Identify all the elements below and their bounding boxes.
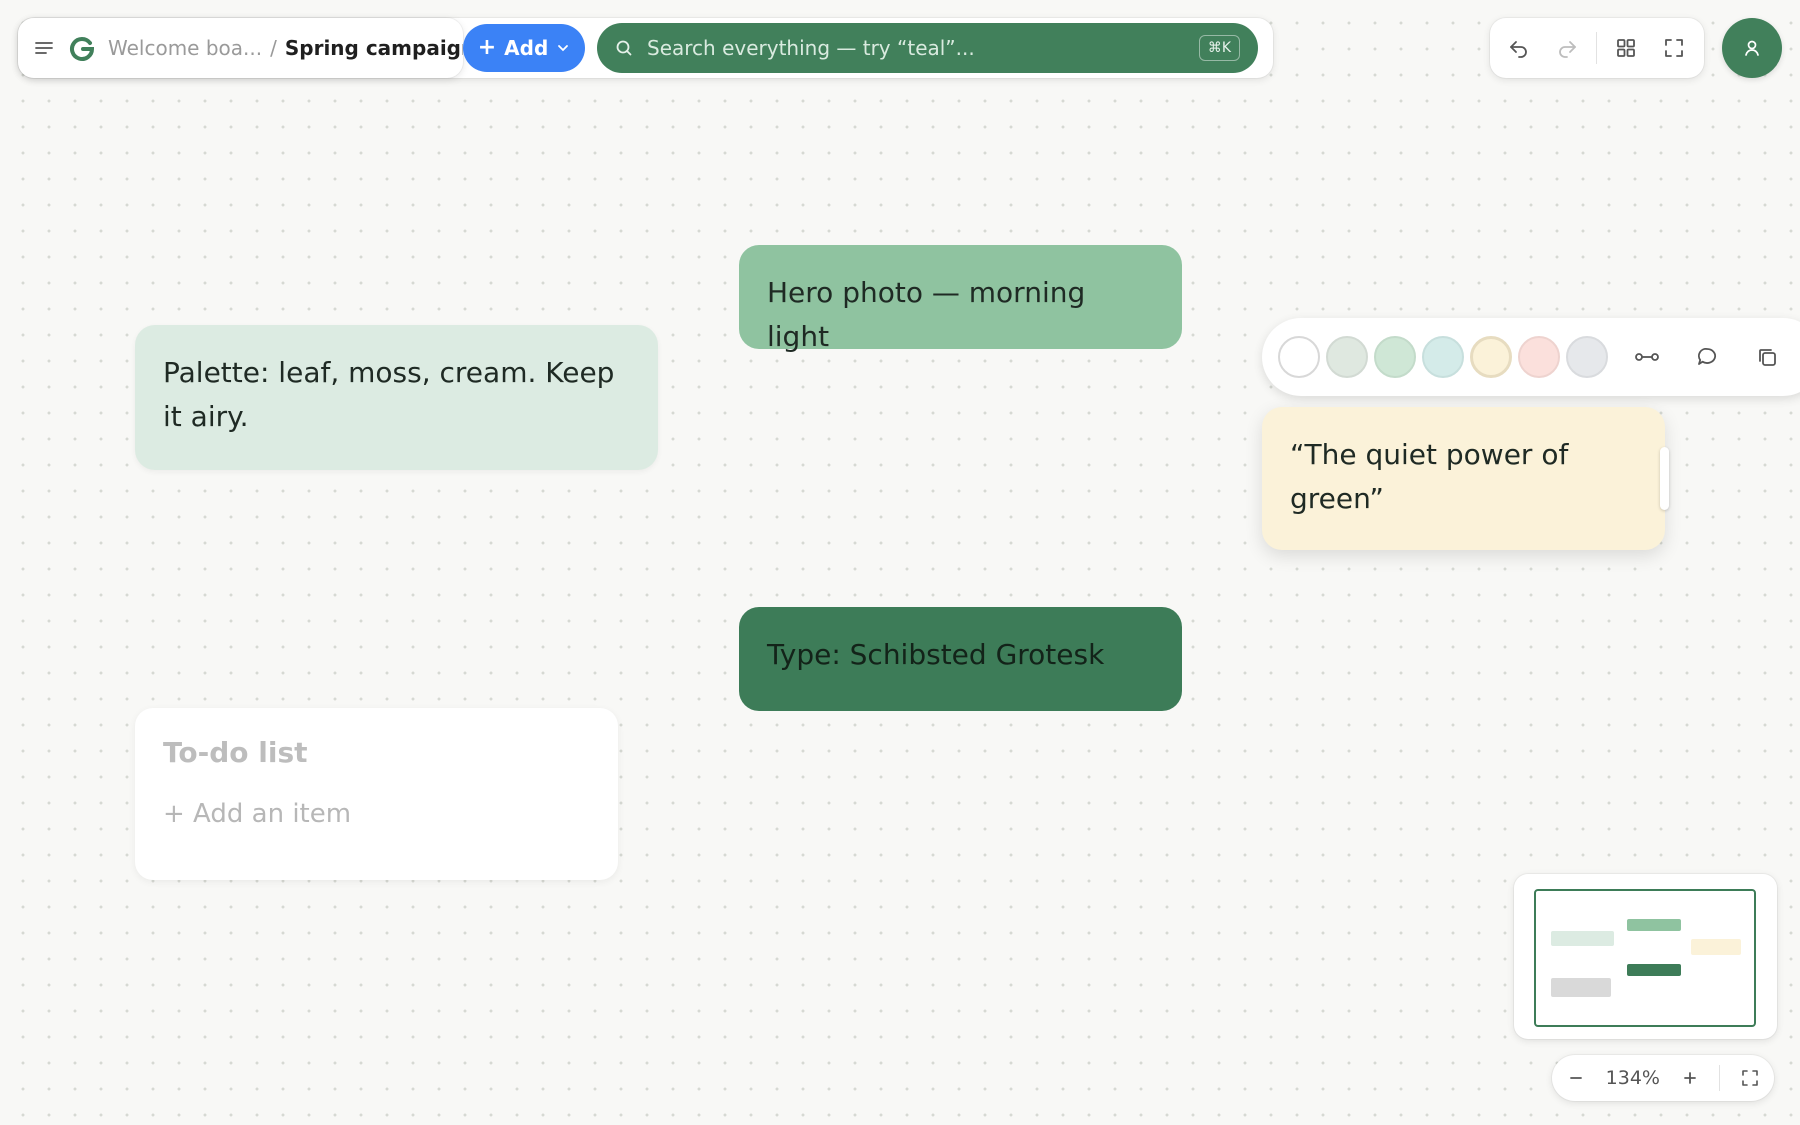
- swatch-gray-green[interactable]: [1326, 336, 1368, 378]
- plus-icon: +: [477, 35, 497, 60]
- zoom-in-button[interactable]: [1678, 1070, 1702, 1086]
- note-color-toolbar: [1262, 318, 1800, 396]
- todo-title[interactable]: To-do list: [163, 736, 590, 769]
- zoom-controls: 134%: [1552, 1055, 1774, 1101]
- breadcrumb-separator: /: [270, 36, 277, 60]
- zoom-out-button[interactable]: [1564, 1070, 1588, 1086]
- note-hero-photo[interactable]: Hero photo — morning light: [739, 245, 1182, 353]
- note-palette[interactable]: Palette: leaf, moss, cream. Keep it airy…: [135, 325, 658, 470]
- menu-icon[interactable]: [32, 27, 56, 69]
- search-shortcut-badge: ⌘K: [1198, 35, 1240, 61]
- plus-icon: [1683, 1072, 1696, 1084]
- connect-icon[interactable]: [1626, 336, 1668, 378]
- breadcrumb: Welcome boa... / Spring campaign: [18, 18, 463, 78]
- fit-screen-icon: [1742, 1070, 1758, 1086]
- note-typography[interactable]: Type: Schibsted Grotesk: [739, 607, 1182, 711]
- toolbar-divider: [1596, 32, 1597, 64]
- zoom-divider: [1719, 1065, 1721, 1091]
- history-view-controls: [1490, 18, 1704, 78]
- user-avatar[interactable]: [1722, 18, 1782, 78]
- user-icon: [1745, 40, 1759, 56]
- resize-handle[interactable]: [1660, 447, 1669, 510]
- add-button[interactable]: + Add: [463, 24, 585, 72]
- search-input[interactable]: [645, 35, 1199, 61]
- todo-list-card[interactable]: To-do list + Add an item: [135, 708, 618, 880]
- grid-view-icon[interactable]: [1605, 27, 1647, 69]
- note-quote-selected[interactable]: “The quiet power of green”: [1262, 407, 1665, 550]
- swatch-gray[interactable]: [1566, 336, 1608, 378]
- swatch-pink[interactable]: [1518, 336, 1560, 378]
- add-button-label: Add: [504, 36, 549, 60]
- fullscreen-icon[interactable]: [1653, 27, 1695, 69]
- breadcrumb-current[interactable]: Spring campaign: [285, 36, 463, 60]
- breadcrumb-parent[interactable]: Welcome boa...: [108, 36, 262, 60]
- minimap-todo: [1551, 978, 1611, 997]
- minimap-note-palette: [1551, 931, 1614, 946]
- swatch-cream-selected[interactable]: [1470, 336, 1512, 378]
- minus-icon: [1570, 1077, 1582, 1079]
- app-logo-icon: [68, 34, 96, 62]
- chevron-down-icon: [558, 45, 569, 52]
- fit-to-screen-button[interactable]: [1738, 1069, 1762, 1087]
- minimap-viewport[interactable]: [1534, 889, 1756, 1027]
- minimap-note-hero: [1627, 919, 1681, 931]
- search-bar: ⌘K: [597, 23, 1258, 73]
- undo-icon[interactable]: [1498, 27, 1540, 69]
- minimap-note-type: [1627, 964, 1681, 976]
- search-icon: [616, 40, 632, 56]
- swatch-teal[interactable]: [1422, 336, 1464, 378]
- redo-icon[interactable]: [1546, 27, 1588, 69]
- swatch-mint[interactable]: [1374, 336, 1416, 378]
- zoom-level: 134%: [1605, 1067, 1660, 1089]
- minimap-note-quote: [1691, 939, 1741, 955]
- duplicate-icon[interactable]: [1746, 336, 1788, 378]
- swatch-white[interactable]: [1278, 336, 1320, 378]
- comment-icon[interactable]: [1686, 336, 1728, 378]
- todo-add-item-button[interactable]: + Add an item: [163, 799, 590, 829]
